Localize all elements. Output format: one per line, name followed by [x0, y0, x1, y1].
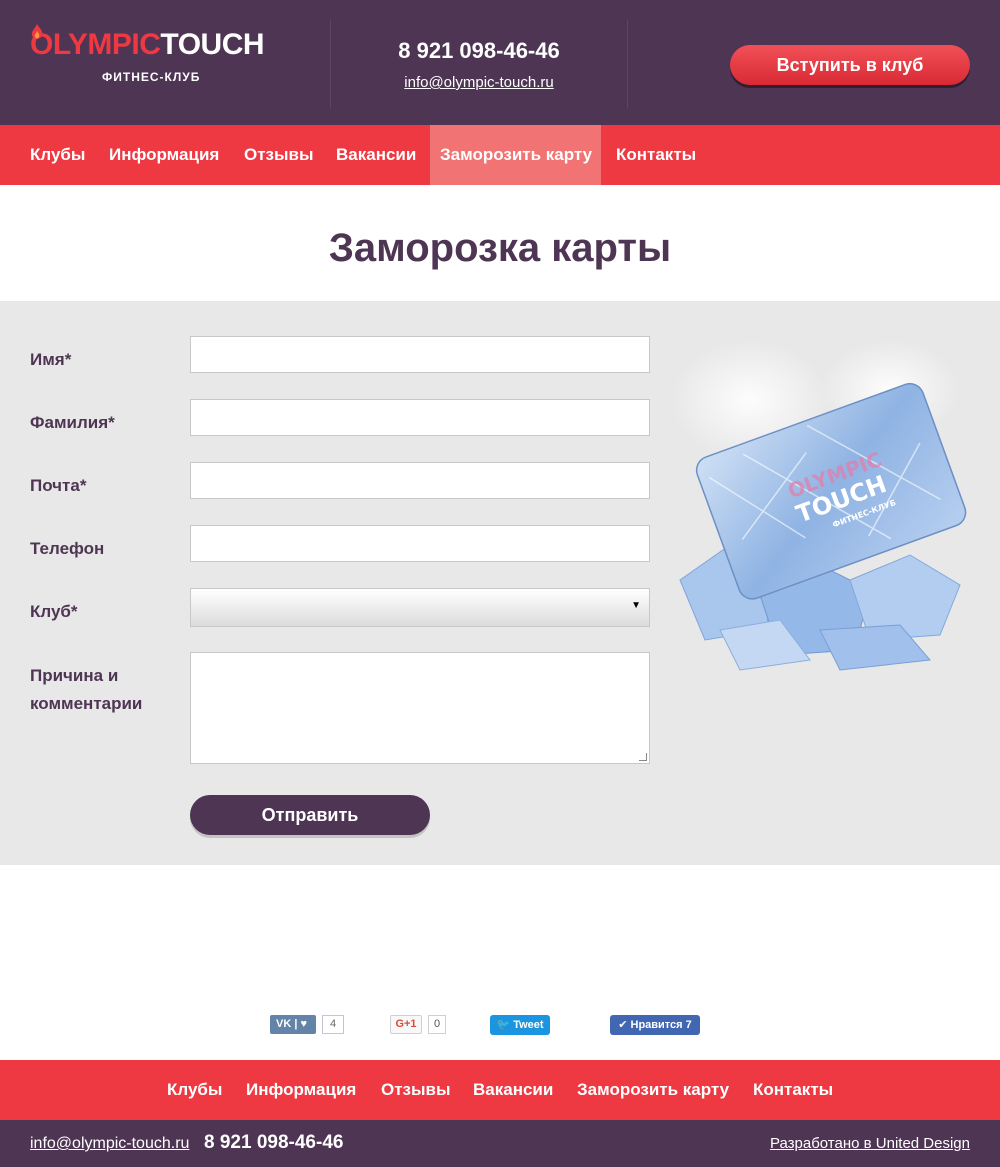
header-phone[interactable]: 8 921 098-46-46	[330, 38, 628, 64]
resize-handle-icon[interactable]	[639, 753, 647, 761]
header-email-link[interactable]: info@olympic-touch.ru	[404, 74, 553, 91]
vk-like-button[interactable]: VK | ♥	[270, 1015, 316, 1034]
comment-label: Причина и комментарии	[30, 666, 143, 713]
header-email: info@olympic-touch.ru	[330, 74, 628, 92]
club-select[interactable]: ▼	[190, 588, 650, 627]
tweet-label: Tweet	[513, 1019, 544, 1031]
nav-item-freeze-card[interactable]: Заморозить карту	[430, 125, 601, 185]
logo-olympic: OLYMPIC	[30, 28, 161, 61]
dropdown-arrow-icon: ▼	[631, 600, 641, 611]
site-logo[interactable]: OLYMPICTOUCH ФИТНЕС-КЛУБ	[30, 24, 290, 88]
email-input[interactable]	[190, 462, 650, 499]
surname-label: Фамилия*	[30, 413, 115, 432]
logo-wordmark: OLYMPICTOUCH	[30, 28, 265, 62]
checkmark-icon: ✔	[618, 1019, 628, 1031]
submit-button[interactable]: Отправить	[190, 795, 430, 835]
gplus-button[interactable]: G+1	[390, 1015, 422, 1034]
nav-item-reviews[interactable]: Отзывы	[234, 125, 324, 185]
gplus-count: 0	[428, 1015, 446, 1034]
nav-item-contacts[interactable]: Контакты	[606, 125, 706, 185]
header-divider	[330, 20, 331, 108]
site-header: OLYMPICTOUCH ФИТНЕС-КЛУБ 8 921 098-46-46…	[0, 0, 1000, 125]
footer-bottom-bar: info@olympic-touch.ru 8 921 098-46-46 Ра…	[0, 1120, 1000, 1167]
nav-item-information[interactable]: Информация	[99, 125, 229, 185]
comment-textarea[interactable]	[190, 652, 650, 764]
footer-nav-reviews[interactable]: Отзывы	[381, 1060, 451, 1120]
vk-label: VK	[276, 1018, 292, 1030]
email-label: Почта*	[30, 476, 87, 495]
twitter-bird-icon: 🐦	[496, 1019, 511, 1031]
heart-icon: ♥	[300, 1018, 308, 1030]
page-title: Заморозка карты	[328, 226, 672, 270]
footer-nav-clubs[interactable]: Клубы	[167, 1060, 222, 1120]
footer-nav-contacts[interactable]: Контакты	[753, 1060, 833, 1120]
main-nav: Клубы Информация Отзывы Вакансии Замороз…	[0, 125, 1000, 185]
nav-item-clubs[interactable]: Клубы	[20, 125, 95, 185]
footer-nav-information[interactable]: Информация	[246, 1060, 356, 1120]
header-divider	[627, 20, 628, 108]
phone-label: Телефон	[30, 539, 105, 558]
name-label: Имя*	[30, 350, 72, 369]
join-club-button[interactable]: Вступить в клуб	[730, 45, 970, 85]
flame-icon	[31, 24, 43, 39]
phone-input[interactable]	[190, 525, 650, 562]
logo-subtitle: ФИТНЕС-КЛУБ	[102, 70, 201, 84]
developer-credit-link[interactable]: Разработано в United Design	[770, 1135, 970, 1152]
logo-touch: TOUCH	[160, 28, 265, 61]
vk-like-count: 4	[322, 1015, 344, 1034]
footer-nav-vacancies[interactable]: Вакансии	[473, 1060, 553, 1120]
footer-nav: Клубы Информация Отзывы Вакансии Замороз…	[0, 1060, 1000, 1120]
nav-item-vacancies[interactable]: Вакансии	[326, 125, 426, 185]
footer-email-link[interactable]: info@olympic-touch.ru	[30, 1135, 189, 1153]
frozen-card-illustration: OLYMPIC TOUCH ФИТНЕС-КЛУБ	[670, 340, 967, 671]
name-input[interactable]	[190, 336, 650, 373]
footer-nav-freeze-card[interactable]: Заморозить карту	[577, 1060, 729, 1120]
footer-phone[interactable]: 8 921 098-46-46	[204, 1132, 343, 1154]
surname-input[interactable]	[190, 399, 650, 436]
tweet-button[interactable]: 🐦 Tweet	[490, 1015, 550, 1035]
club-label: Клуб*	[30, 602, 78, 621]
facebook-like-label: Нравится 7	[630, 1019, 692, 1031]
facebook-like-button[interactable]: ✔ Нравится 7	[610, 1015, 700, 1035]
